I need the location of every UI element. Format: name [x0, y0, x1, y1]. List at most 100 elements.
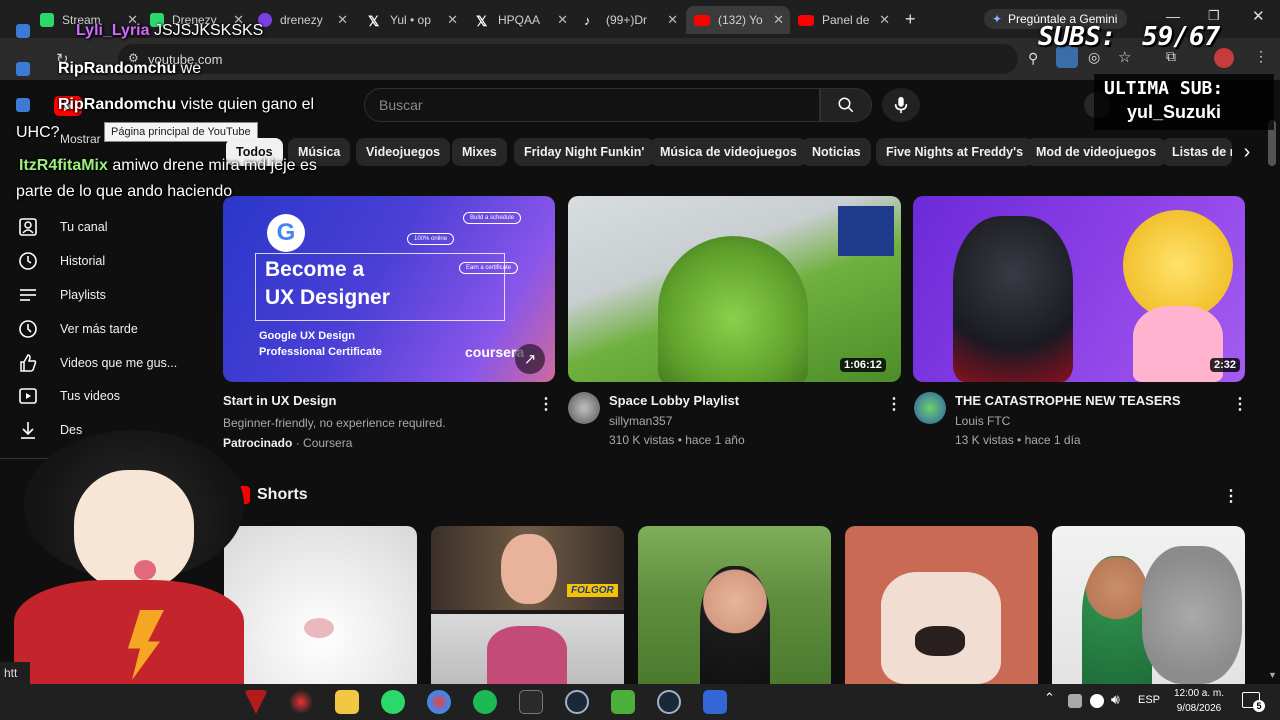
- dark-character-shape: [953, 216, 1073, 382]
- notifications-icon[interactable]: 5: [1242, 692, 1265, 712]
- tab-yul-x[interactable]: 𝕏 Yul • op ✕: [368, 6, 464, 34]
- discord-tray-icon[interactable]: [1068, 694, 1082, 708]
- chat-text: JSJSJKSKSKS: [153, 22, 264, 39]
- sidebar-label: Videos que me gus...: [60, 356, 178, 370]
- language-indicator[interactable]: ESP: [1138, 694, 1160, 706]
- chat-text: we: [180, 60, 202, 77]
- search-input[interactable]: Buscar: [364, 88, 820, 122]
- video-title[interactable]: THE CATASTROPHE NEW TEASERS: [955, 393, 1181, 408]
- taskbar-green-app-icon[interactable]: [381, 690, 405, 714]
- scroll-down-arrow[interactable]: ▼: [1268, 670, 1277, 680]
- channel-avatar[interactable]: [568, 392, 600, 424]
- voice-search-button[interactable]: [882, 88, 920, 122]
- obs-icon[interactable]: [289, 690, 313, 714]
- shorts-more-icon[interactable]: ⋮: [1223, 486, 1239, 506]
- new-tab-button[interactable]: +: [905, 9, 916, 30]
- tab-label: HPQAA: [498, 13, 541, 27]
- chip-mixes[interactable]: Mixes: [452, 138, 507, 166]
- video-thumbnail-catastrophe[interactable]: 2:32: [913, 196, 1245, 382]
- window-close-button[interactable]: ✕: [1252, 7, 1265, 25]
- channel-name[interactable]: Coursera: [303, 436, 352, 450]
- channel-name[interactable]: Louis FTC: [955, 414, 1010, 428]
- zoom-icon[interactable]: ⚲: [1028, 50, 1038, 67]
- video-title[interactable]: Space Lobby Playlist: [609, 393, 739, 408]
- address-bar[interactable]: ⚙ youtube.com: [118, 44, 1018, 74]
- short-thumbnail-3[interactable]: [638, 526, 831, 684]
- tab-drenezy-twitch[interactable]: drenezy ✕: [258, 6, 354, 34]
- tab-label: Yul • op: [390, 13, 431, 27]
- channel-avatar[interactable]: [914, 392, 946, 424]
- sidebar-item-tus-videos[interactable]: Tus videos: [18, 383, 120, 409]
- chat-badge-icon: [16, 62, 30, 76]
- tray-app-icon[interactable]: [1090, 694, 1104, 708]
- thumb-badge-online: 100% online: [407, 233, 455, 245]
- video-thumbnail-ux-design[interactable]: G Become a UX Designer Google UX Design …: [223, 196, 555, 382]
- chip-videojuegos[interactable]: Videojuegos: [356, 138, 451, 166]
- channel-name[interactable]: sillyman357: [609, 414, 672, 428]
- google-logo-icon: G: [267, 214, 305, 252]
- more-options-icon[interactable]: ⋮: [886, 394, 902, 414]
- tab-youtube-active[interactable]: (132) Yo ✕: [686, 6, 790, 34]
- video-thumbnail-space-lobby[interactable]: 1:06:12: [568, 196, 901, 382]
- sidebar-item-historial[interactable]: Historial: [18, 248, 105, 274]
- spotify-icon[interactable]: [473, 690, 497, 714]
- short-thumbnail-4[interactable]: [845, 526, 1038, 684]
- roblox-icon[interactable]: [703, 690, 727, 714]
- sidebar-item-ver-mas-tarde[interactable]: Ver más tarde: [18, 316, 138, 342]
- sidebar-item-playlists[interactable]: Playlists: [18, 282, 106, 308]
- minecraft-icon[interactable]: [611, 690, 635, 714]
- steam-icon[interactable]: [565, 690, 589, 714]
- playlists-icon: [20, 289, 36, 301]
- tab-tiktok[interactable]: ♪ (99+)Dr ✕: [584, 6, 684, 34]
- chip-musica-videojuegos[interactable]: Música de videojuegos: [650, 138, 807, 166]
- history-icon: [19, 252, 37, 270]
- chat-username: Lyli_Lyria: [76, 22, 150, 39]
- chip-listas[interactable]: Listas de r: [1162, 138, 1232, 166]
- chat-text: amiwo drene mira md jeje es: [112, 157, 317, 174]
- x-logo-icon: 𝕏: [368, 13, 380, 29]
- sidebar-mostrar[interactable]: Mostrar: [60, 132, 101, 146]
- menu-kebab-icon[interactable]: ⋮: [1254, 48, 1268, 65]
- tray-chevron-up-icon[interactable]: ⌃: [1044, 690, 1055, 706]
- volume-icon[interactable]: 🔊︎: [1111, 691, 1120, 708]
- chat-message-3: RipRandomchu viste quien gano el: [16, 96, 314, 114]
- sidebar-item-videos-que-me-gustan[interactable]: Videos que me gus...: [18, 350, 177, 376]
- close-icon[interactable]: ✕: [337, 12, 348, 28]
- status-url: htt: [0, 662, 30, 684]
- subs-label: SUBS:: [1038, 22, 1117, 52]
- chat-badge-icon: [16, 24, 30, 38]
- chip-mod-videojuegos[interactable]: Mod de videojuegos: [1026, 138, 1167, 166]
- short-thumbnail-1[interactable]: [224, 526, 417, 684]
- tab-hpqaa-x[interactable]: 𝕏 HPQAA ✕: [476, 6, 574, 34]
- more-options-icon[interactable]: ⋮: [1232, 394, 1248, 414]
- clock[interactable]: 12:00 a. m. 9/08/2026: [1168, 686, 1230, 716]
- video-title[interactable]: Start in UX Design: [223, 393, 336, 408]
- close-icon[interactable]: ✕: [667, 12, 678, 28]
- chip-fnaf[interactable]: Five Nights at Freddy's: [876, 138, 1034, 166]
- folder-icon[interactable]: [335, 690, 359, 714]
- sidebar-item-tu-canal[interactable]: Tu canal: [18, 214, 107, 240]
- close-icon[interactable]: ✕: [879, 12, 890, 28]
- windows-taskbar: [0, 684, 1280, 720]
- chip-fnf[interactable]: Friday Night Funkin': [514, 138, 655, 166]
- close-icon[interactable]: ✕: [773, 12, 784, 28]
- short-thumbnail-5[interactable]: [1052, 526, 1245, 684]
- sidebar-label: Historial: [60, 254, 106, 268]
- short-thumbnail-2[interactable]: FOLGOR: [431, 526, 624, 684]
- close-icon[interactable]: ✕: [557, 12, 568, 28]
- chat-text: viste quien gano el: [180, 96, 315, 113]
- steam-icon-2[interactable]: [657, 690, 681, 714]
- thumbs-up-icon: [20, 354, 37, 372]
- chip-noticias[interactable]: Noticias: [802, 138, 871, 166]
- chevron-right-icon[interactable]: ›: [1232, 138, 1262, 166]
- search-button[interactable]: [820, 88, 872, 122]
- more-options-icon[interactable]: ⋮: [538, 394, 554, 414]
- tab-label: (132) Yo: [718, 13, 763, 27]
- channel-icon: [19, 218, 37, 236]
- close-icon[interactable]: ✕: [447, 12, 458, 28]
- external-link-icon[interactable]: ↗: [515, 344, 545, 374]
- epic-games-icon[interactable]: [519, 690, 543, 714]
- microphone-icon: [894, 96, 908, 114]
- tab-youtube-studio[interactable]: Panel de ✕: [798, 6, 896, 34]
- chrome-icon[interactable]: [427, 690, 451, 714]
